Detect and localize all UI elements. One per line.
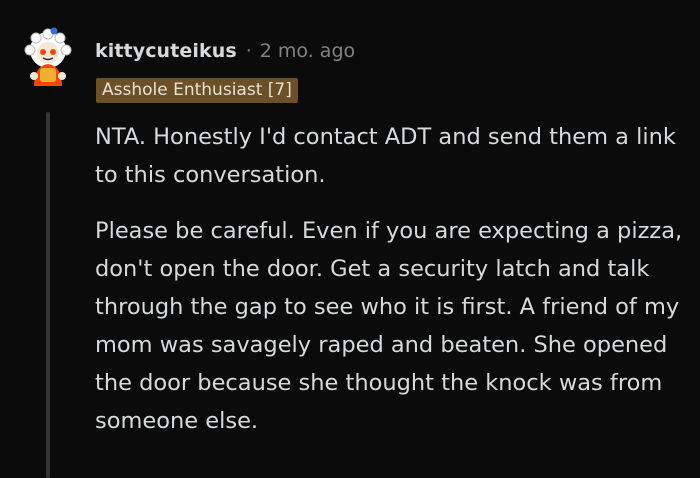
username-link[interactable]: kittycuteikus [95, 40, 237, 62]
meta-separator: · [245, 40, 252, 62]
user-flair-badge: Asshole Enthusiast [7] [96, 78, 298, 103]
comment-paragraph-1: NTA. Honestly I'd contact ADT and send t… [95, 124, 676, 188]
comment-header: kittycuteikus · 2 mo. ago [95, 37, 355, 65]
comment-paragraph-2: Please be careful. Even if you are expec… [95, 218, 683, 434]
comment: kittycuteikus · 2 mo. ago Asshole Enthus… [0, 0, 700, 478]
user-avatar-icon[interactable] [16, 26, 80, 90]
timestamp-link[interactable]: 2 mo. ago [260, 40, 355, 62]
comment-body: NTA. Honestly I'd contact ADT and send t… [95, 118, 685, 458]
thread-collapse-line[interactable] [46, 112, 50, 478]
